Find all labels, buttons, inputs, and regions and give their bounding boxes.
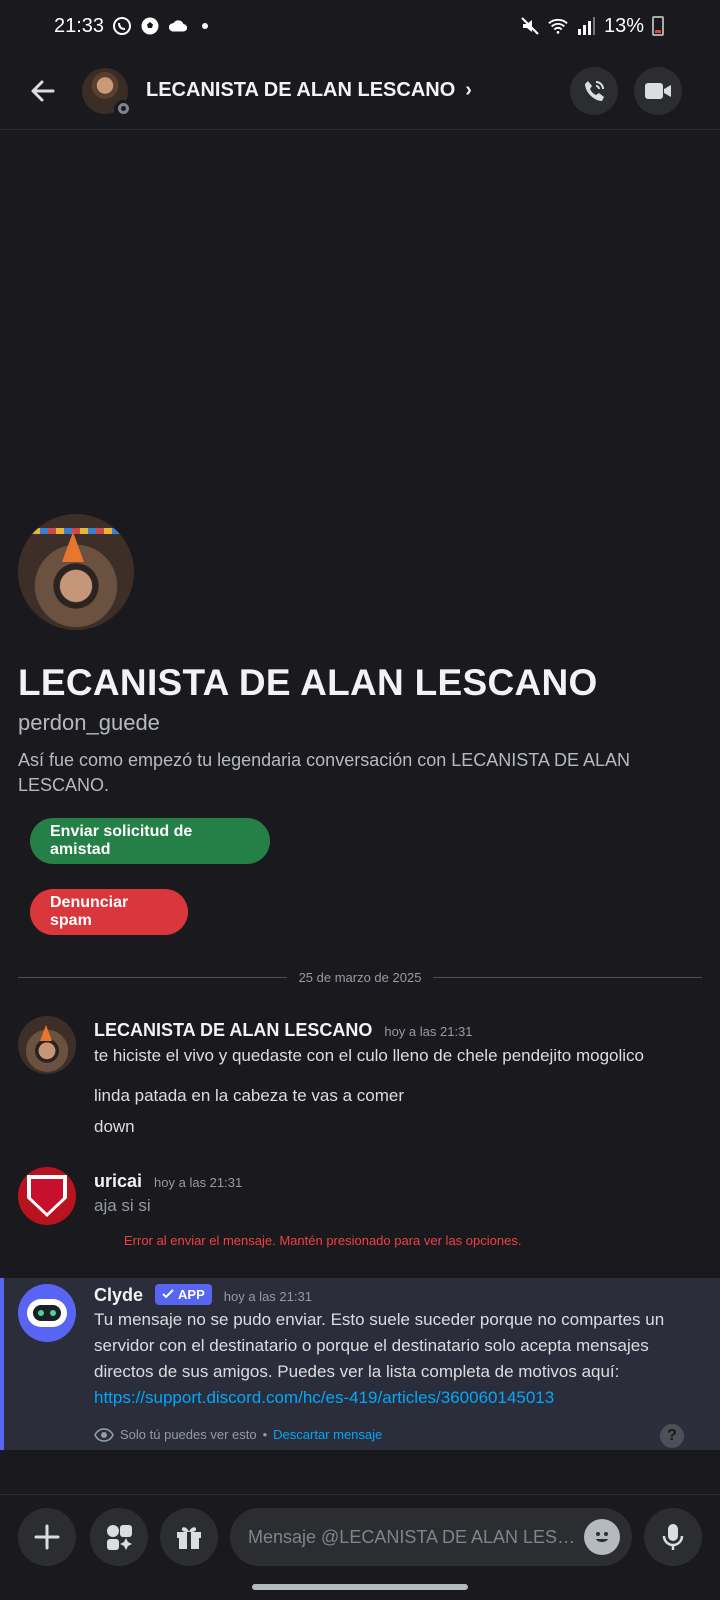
support-link[interactable]: https://support.discord.com/hc/es-419/ar… [94, 1388, 554, 1407]
date-divider: 25 de marzo de 2025 [18, 970, 702, 985]
status-time: 21:33 [54, 14, 105, 37]
voice-message-button[interactable] [644, 1508, 702, 1566]
divider-line [433, 977, 702, 978]
send-error-text[interactable]: Error al enviar el mensaje. Mantén presi… [124, 1233, 521, 1248]
chevron-right-icon: › [465, 79, 472, 101]
plus-icon [34, 1524, 60, 1550]
only-you-label: Solo tú puedes ver esto [120, 1427, 257, 1442]
message-timestamp: hoy a las 21:31 [154, 1175, 243, 1190]
header-avatar[interactable] [82, 67, 132, 118]
help-icon[interactable]: ? [660, 1424, 684, 1448]
clyde-author[interactable]: Clyde [94, 1285, 143, 1306]
battery-percent: 13% [603, 14, 644, 37]
apps-button[interactable] [90, 1508, 148, 1566]
profile-avatar[interactable] [18, 514, 134, 630]
gift-icon [177, 1527, 201, 1549]
profile-description: Así fue como empezó tu legendaria conver… [18, 750, 630, 795]
message-text-failed[interactable]: aja si si [94, 1196, 151, 1216]
home-indicator[interactable] [252, 1584, 468, 1590]
status-right: 13% [520, 15, 664, 38]
soccer-icon [140, 16, 160, 36]
wifi-icon [548, 16, 568, 36]
voice-call-icon [585, 80, 604, 101]
video-call-icon [645, 82, 671, 99]
clyde-bot-icon [27, 1299, 67, 1327]
mute-icon [520, 16, 540, 36]
message-text[interactable]: te hiciste el vivo y quedaste con el cul… [94, 1046, 644, 1066]
header-title-button[interactable]: LECANISTA DE ALAN LESCANO › [146, 79, 472, 102]
clyde-message-header: Clyde APP hoy a las 21:31 [94, 1283, 312, 1307]
clyde-message-body: Tu mensaje no se pudo enviar. Esto suele… [94, 1307, 694, 1411]
conversation-header: LECANISTA DE ALAN LESCANO › [0, 52, 720, 130]
message-author[interactable]: uricai [94, 1171, 142, 1192]
message-input[interactable]: Mensaje @LECANISTA DE ALAN LESC... [230, 1508, 632, 1566]
message-avatar[interactable] [18, 1167, 76, 1225]
profile-username: perdon_guede [18, 710, 160, 735]
offline-status-icon [114, 99, 132, 118]
clyde-message-text: Tu mensaje no se pudo enviar. Esto suele… [94, 1310, 665, 1381]
message-header: LECANISTA DE ALAN LESCANO hoy a las 21:3… [94, 1020, 473, 1041]
message-timestamp: hoy a las 21:31 [384, 1024, 473, 1039]
app-badge-label: APP [178, 1286, 205, 1302]
voice-call-button[interactable] [570, 66, 618, 115]
message-author[interactable]: LECANISTA DE ALAN LESCANO [94, 1020, 372, 1041]
ephemeral-footer: Solo tú puedes ver esto • Descartar mens… [94, 1427, 382, 1442]
message-header: uricai hoy a las 21:31 [94, 1171, 242, 1192]
emoji-icon [596, 1532, 608, 1542]
video-call-button[interactable] [634, 66, 682, 115]
status-left: 21:33 [54, 14, 209, 38]
header-title: LECANISTA DE ALAN LESCANO [146, 79, 456, 101]
profile-display-name: LECANISTA DE ALAN LESCANO [18, 662, 598, 703]
header-actions [570, 66, 682, 115]
back-button[interactable] [22, 70, 64, 112]
party-hat [62, 532, 84, 562]
message-text[interactable]: down [94, 1117, 135, 1137]
status-bar: 21:33 13% [0, 0, 720, 52]
add-attachment-button[interactable] [18, 1508, 76, 1566]
arrow-left-icon [31, 80, 55, 101]
clyde-avatar[interactable] [18, 1284, 76, 1342]
microphone-icon [662, 1524, 684, 1550]
footer-separator: • [262, 1427, 268, 1442]
emoji-button[interactable] [584, 1519, 620, 1555]
check-icon [162, 1289, 174, 1299]
dismiss-message-link[interactable]: Descartar mensaje [273, 1427, 382, 1442]
gift-button[interactable] [160, 1508, 218, 1566]
send-friend-request-button[interactable]: Enviar solicitud de amistad [30, 818, 270, 864]
report-spam-button[interactable]: Denunciar spam [30, 889, 188, 935]
apps-icon [107, 1525, 132, 1550]
eye-icon [94, 1427, 114, 1442]
cloud-icon [168, 16, 188, 36]
whatsapp-icon [112, 16, 132, 36]
divider-line [18, 977, 287, 978]
club-shield-icon [27, 1175, 67, 1217]
message-text[interactable]: linda patada en la cabeza te vas a comer [94, 1086, 404, 1106]
date-label: 25 de marzo de 2025 [298, 970, 422, 985]
message-input-placeholder: Mensaje @LECANISTA DE ALAN LESC... [248, 1526, 584, 1547]
notification-dot [202, 23, 209, 29]
message-avatar[interactable] [18, 1016, 76, 1074]
signal-icon [576, 16, 596, 36]
battery-icon [652, 16, 664, 36]
app-badge: APP [155, 1283, 212, 1305]
message-timestamp: hoy a las 21:31 [223, 1289, 312, 1304]
